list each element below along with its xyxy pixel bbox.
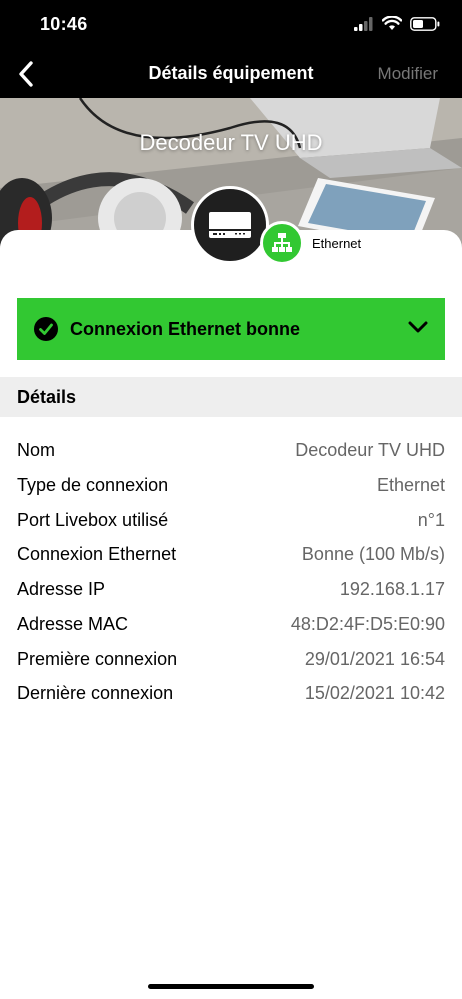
- detail-value: Ethernet: [376, 475, 445, 495]
- status-icons: [354, 16, 440, 31]
- wifi-icon: [382, 16, 402, 30]
- tv-decoder-icon: [209, 212, 251, 238]
- detail-label: Dernière connexion: [17, 683, 174, 703]
- details-section-header: Détails: [0, 377, 462, 417]
- battery-icon: [410, 16, 440, 31]
- detail-row-livebox-port: Port Livebox utilisé n°1: [17, 510, 445, 540]
- cellular-signal-icon: [354, 16, 373, 31]
- detail-row-nom: Nom Decodeur TV UHD: [17, 440, 445, 470]
- connection-status-banner[interactable]: Connexion Ethernet bonne: [17, 298, 445, 360]
- detail-label: Adresse IP: [17, 579, 106, 599]
- detail-row-first-connection: Première connexion 29/01/2021 16:54: [17, 649, 445, 679]
- nav-bar: Détails équipement Modifier: [0, 50, 462, 98]
- detail-row-mac-address: Adresse MAC 48:D2:4F:D5:E0:90: [17, 614, 445, 644]
- status-time: 10:46: [40, 14, 88, 34]
- detail-label: Nom: [17, 440, 56, 460]
- device-name: Decodeur TV UHD: [139, 130, 323, 155]
- detail-value: Bonne (100 Mb/s): [301, 544, 445, 564]
- detail-value: 15/02/2021 10:42: [304, 683, 445, 703]
- detail-value: n°1: [417, 510, 445, 530]
- detail-value: 48:D2:4F:D5:E0:90: [290, 614, 445, 634]
- details-section-title: Détails: [17, 387, 77, 407]
- detail-label: Première connexion: [17, 649, 178, 669]
- edit-button[interactable]: Modifier: [378, 64, 438, 84]
- detail-label: Type de connexion: [17, 475, 169, 495]
- ethernet-badge: [260, 221, 304, 265]
- check-circle-icon: [34, 317, 58, 341]
- detail-label: Connexion Ethernet: [17, 544, 177, 564]
- connection-status-text: Connexion Ethernet bonne: [70, 319, 301, 339]
- detail-value: Decodeur TV UHD: [295, 440, 445, 460]
- detail-row-ethernet-connection: Connexion Ethernet Bonne (100 Mb/s): [17, 544, 445, 574]
- status-bar: 10:46: [0, 0, 462, 50]
- detail-row-connection-type: Type de connexion Ethernet: [17, 475, 445, 505]
- chevron-down-icon[interactable]: [408, 320, 428, 334]
- detail-label: Port Livebox utilisé: [17, 510, 169, 530]
- detail-label: Adresse MAC: [17, 614, 129, 634]
- detail-row-last-connection: Dernière connexion 15/02/2021 10:42: [17, 683, 445, 713]
- detail-row-ip-address: Adresse IP 192.168.1.17: [17, 579, 445, 609]
- detail-value: 192.168.1.17: [339, 579, 445, 599]
- home-indicator[interactable]: [148, 984, 314, 989]
- detail-value: 29/01/2021 16:54: [304, 649, 445, 669]
- ethernet-icon: [272, 233, 292, 252]
- connection-type-label: Ethernet: [312, 236, 362, 251]
- device-avatar: [191, 186, 269, 264]
